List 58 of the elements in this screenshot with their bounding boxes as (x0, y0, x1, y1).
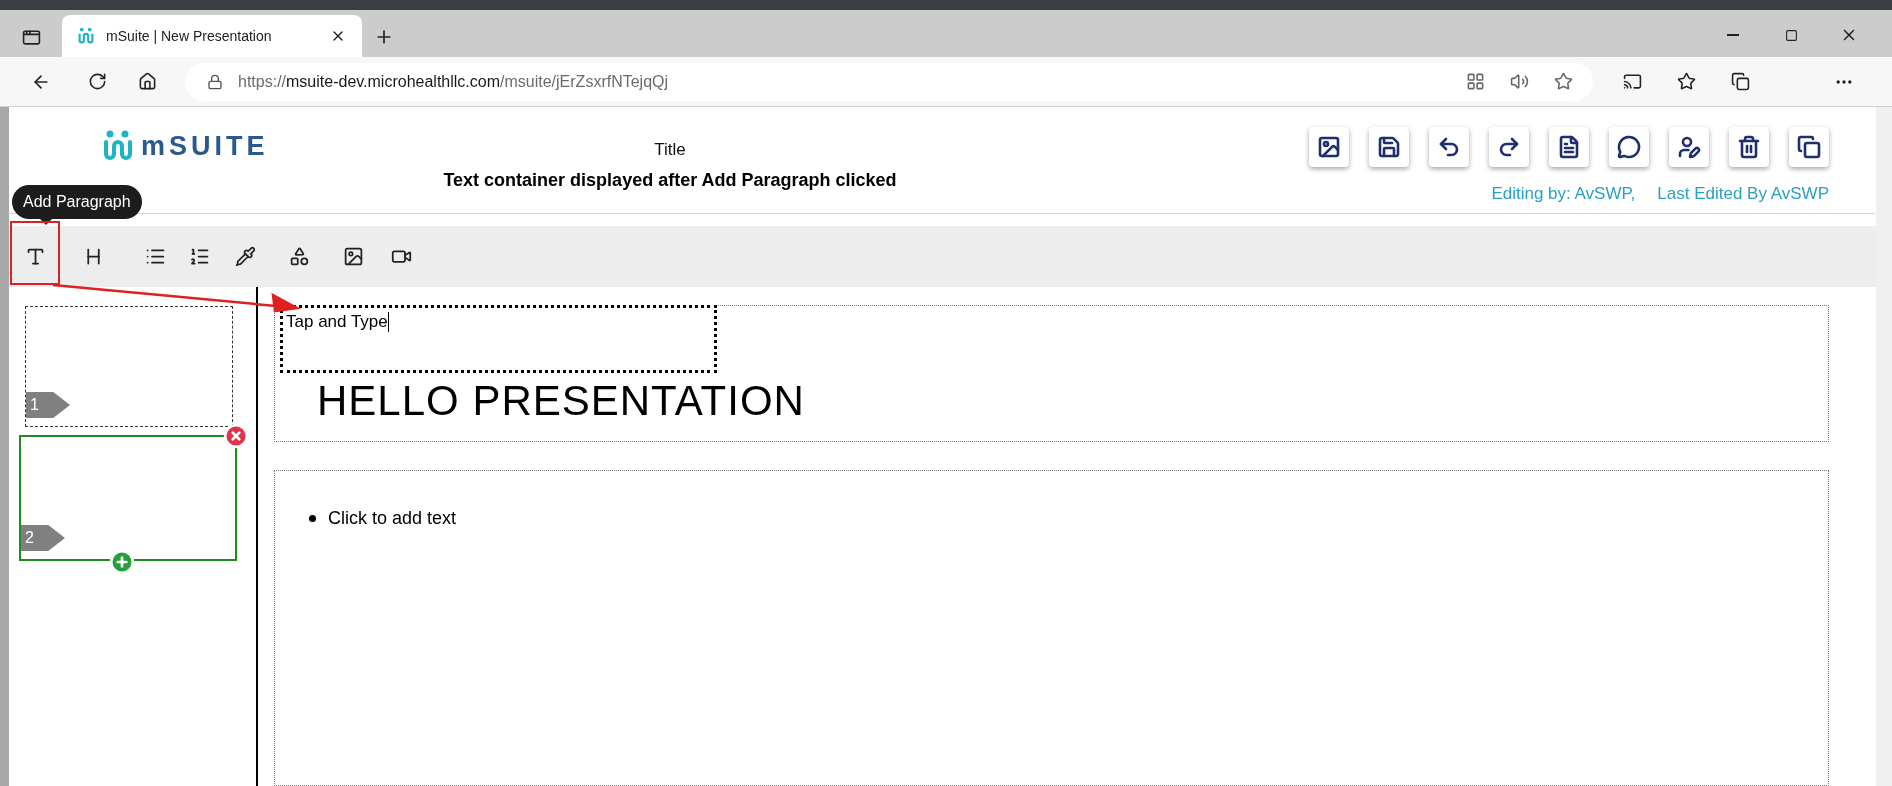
user-pen-icon (1677, 135, 1701, 159)
document-icon (1557, 135, 1581, 159)
slide-thumbnail[interactable]: 1 (25, 306, 233, 427)
favorite-icon[interactable] (1554, 72, 1573, 91)
bullet-text: Click to add text (328, 507, 457, 530)
save-button[interactable] (1369, 127, 1409, 167)
browser-tab[interactable]: mSuite | New Presentation (62, 15, 362, 57)
address-bar[interactable]: https://msuite-dev.microhealthllc.com/msuite/jErZsxrfNTejqQj (185, 62, 1593, 101)
edit-user-button[interactable] (1669, 127, 1709, 167)
text-container-field[interactable]: Tap and Type (280, 305, 717, 373)
minimize-icon (1727, 34, 1739, 36)
editing-by-text: Editing by: AvSWP, (1491, 183, 1636, 205)
save-icon (1377, 135, 1401, 159)
delete-button[interactable] (1729, 127, 1769, 167)
refresh-icon (87, 72, 107, 91)
slide-thumbnail[interactable]: 2 (19, 435, 237, 561)
trash-icon (1737, 135, 1761, 159)
tab-title: mSuite | New Presentation (106, 26, 273, 46)
shapes-icon (288, 246, 310, 267)
apps-icon[interactable] (1466, 72, 1485, 91)
delete-slide-icon[interactable] (223, 423, 249, 449)
undo-button[interactable] (1429, 127, 1469, 167)
slide-number: 1 (26, 392, 70, 418)
logo-icon (103, 130, 133, 162)
image-icon (1317, 135, 1341, 159)
eyedropper-icon (234, 246, 256, 267)
comment-button[interactable] (1609, 127, 1649, 167)
presentation-title: Title (654, 139, 686, 161)
favorites-icon[interactable] (1677, 72, 1696, 91)
slide-heading: HELLO PRESENTATION (317, 376, 805, 426)
redo-button[interactable] (1489, 127, 1529, 167)
cast-icon[interactable] (1623, 72, 1642, 91)
last-edited-text: Last Edited By AvSWP (1657, 183, 1829, 205)
copy-icon (1797, 135, 1821, 159)
maximize-icon (1784, 28, 1798, 42)
image-icon (342, 246, 364, 267)
tooltip: Add Paragraph (12, 185, 142, 219)
bullet-icon (309, 515, 316, 522)
collections-icon[interactable] (1731, 72, 1750, 91)
revert-button[interactable] (1549, 127, 1589, 167)
tooltip-pointer (40, 219, 52, 225)
speech-bubble-icon (1617, 135, 1641, 159)
url-text: https://msuite-dev.microhealthllc.com/msuite/jErZsxrfNTejqQj (238, 71, 669, 92)
logo-text: mSUITE (141, 130, 269, 162)
lock-icon (207, 73, 223, 90)
presentation-subtitle: Text container displayed after Add Paragraph clicked (443, 168, 897, 192)
numbered-list-icon (188, 246, 210, 267)
highlight-box (10, 221, 60, 285)
read-aloud-icon[interactable] (1510, 72, 1529, 91)
favicon-icon (78, 27, 94, 45)
redo-icon (1497, 135, 1521, 159)
slide-number: 2 (21, 525, 65, 551)
duplicate-button[interactable] (1789, 127, 1829, 167)
insert-image-button[interactable] (1309, 127, 1349, 167)
home-icon (137, 72, 157, 91)
undo-icon (1437, 135, 1461, 159)
add-slide-icon[interactable] (109, 549, 135, 575)
window-icon (21, 27, 41, 47)
